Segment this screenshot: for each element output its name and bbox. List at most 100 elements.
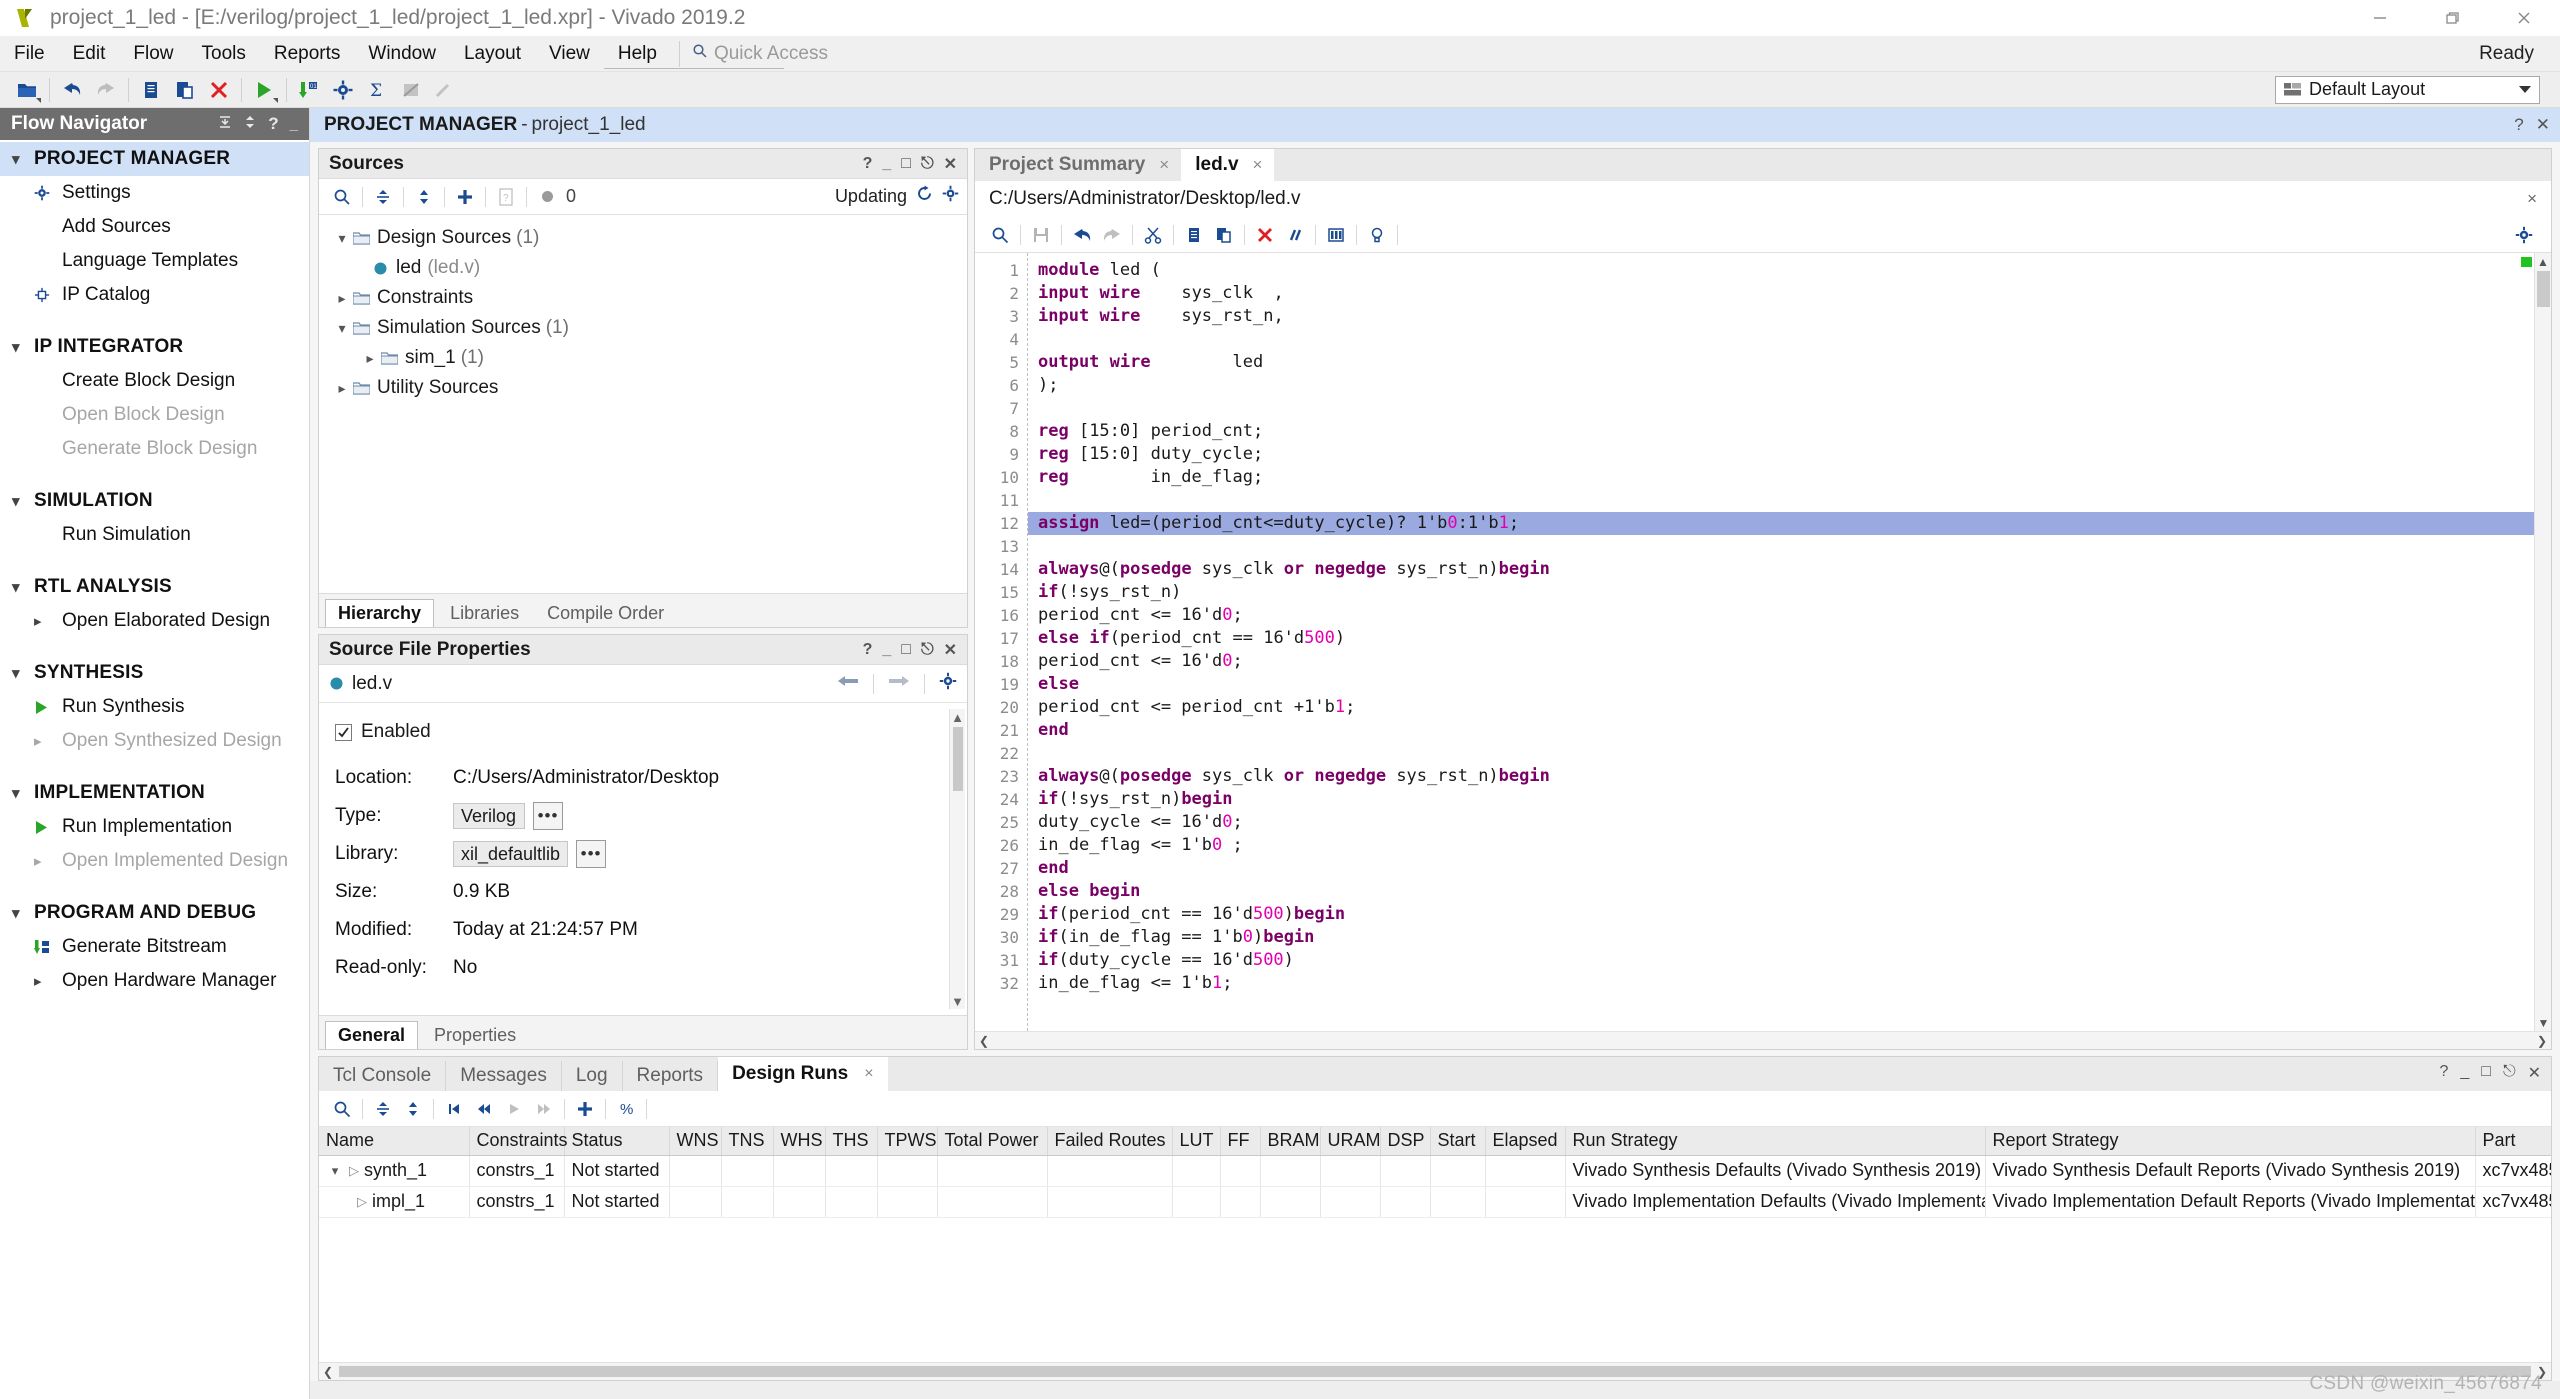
close-icon[interactable]: × — [864, 1065, 873, 1083]
chevron-down-icon[interactable]: ▾ — [331, 230, 353, 247]
expand-all-icon[interactable] — [398, 1095, 428, 1123]
scroll-left-icon[interactable]: ❮ — [979, 1034, 989, 1048]
tab-general[interactable]: General — [325, 1021, 419, 1049]
expand-all-icon[interactable] — [243, 113, 257, 135]
prev-icon[interactable] — [469, 1095, 499, 1123]
col-ths[interactable]: THS — [825, 1127, 878, 1156]
tree-item-simulation-sources[interactable]: ▾ Simulation Sources (1) — [325, 313, 967, 343]
tab-libraries[interactable]: Libraries — [438, 599, 531, 627]
menu-view[interactable]: View — [535, 36, 604, 72]
collapse-all-icon[interactable] — [368, 183, 398, 211]
percent-icon[interactable]: % — [611, 1095, 641, 1123]
run-triangle-icon[interactable]: ▷ — [344, 1163, 364, 1179]
code-line[interactable] — [1028, 535, 2551, 558]
sidebar-item-run-implementation[interactable]: Run Implementation — [0, 810, 309, 844]
menu-file[interactable]: File — [0, 36, 59, 72]
copy-icon[interactable] — [134, 74, 168, 106]
bulb-icon[interactable] — [1362, 221, 1392, 249]
settings-gear-icon[interactable] — [326, 74, 360, 106]
scroll-right-icon[interactable]: ❯ — [2537, 1034, 2547, 1048]
code-line[interactable]: period_cnt <= 16'd0; — [1028, 650, 2551, 673]
code-line[interactable]: if(in_de_flag == 1'b0)begin — [1028, 926, 2551, 949]
gear-icon[interactable] — [942, 185, 959, 208]
menu-edit[interactable]: Edit — [59, 36, 120, 72]
tab-led-v[interactable]: led.v × — [1181, 149, 1275, 181]
code-line[interactable] — [1028, 742, 2551, 765]
col-tpws[interactable]: TPWS — [877, 1127, 938, 1156]
table-row[interactable]: ▷ impl_1 constrs_1 Not started Vivado Im… — [319, 1186, 2551, 1218]
enabled-checkbox-row[interactable]: Enabled — [335, 717, 967, 747]
code-line[interactable]: if(duty_cycle == 16'd500) — [1028, 949, 2551, 972]
first-icon[interactable] — [439, 1095, 469, 1123]
float-icon[interactable]: ⎋ — [921, 155, 934, 173]
col-whs[interactable]: WHS — [773, 1127, 826, 1156]
props-vertical-scrollbar[interactable]: ▲ ▼ — [949, 709, 965, 1009]
columns-icon[interactable] — [1321, 221, 1351, 249]
paste-icon[interactable] — [1209, 221, 1239, 249]
tree-item-led[interactable]: led (led.v) — [325, 253, 967, 283]
sidebar-item-open-hardware-manager[interactable]: ▸ Open Hardware Manager — [0, 964, 309, 998]
close-icon[interactable]: ✕ — [944, 154, 957, 174]
code-line[interactable]: if(!sys_rst_n) — [1028, 581, 2551, 604]
scrollbar-thumb[interactable] — [339, 1366, 2531, 1377]
tab-compile-order[interactable]: Compile Order — [535, 599, 676, 627]
code-line[interactable]: output wire led — [1028, 351, 2551, 374]
menu-flow[interactable]: Flow — [119, 36, 187, 72]
code-line[interactable]: reg in_de_flag; — [1028, 466, 2551, 489]
close-icon[interactable]: × — [1253, 155, 1263, 175]
gear-icon[interactable] — [939, 672, 957, 696]
tree-item-sim-1[interactable]: ▸ sim_1 (1) — [325, 343, 967, 373]
code-line[interactable] — [1028, 489, 2551, 512]
scroll-down-icon[interactable]: ▼ — [951, 993, 964, 1009]
code-line[interactable]: module led ( — [1028, 259, 2551, 282]
code-line[interactable]: always@(posedge sys_clk or negedge sys_r… — [1028, 765, 2551, 788]
col-part[interactable]: Part — [2475, 1127, 2551, 1156]
chevron-down-icon[interactable]: ▾ — [326, 1163, 344, 1179]
chevron-right-icon[interactable]: ▸ — [331, 290, 353, 307]
search-icon[interactable] — [985, 221, 1015, 249]
scrollbar-thumb[interactable] — [952, 727, 963, 791]
layout-selector[interactable]: Default Layout — [2275, 75, 2540, 104]
restore-button[interactable] — [2416, 0, 2488, 36]
code-line[interactable]: reg [15:0] duty_cycle; — [1028, 443, 2551, 466]
fn-group-ip-integrator[interactable]: ▾ IP INTEGRATOR — [0, 330, 309, 364]
delete-icon[interactable] — [202, 74, 236, 106]
menu-help[interactable]: Help — [604, 36, 671, 72]
col-report-strategy[interactable]: Report Strategy — [1985, 1127, 2476, 1156]
minimize-panel-icon[interactable]: _ — [290, 116, 298, 133]
sidebar-item-run-simulation[interactable]: Run Simulation — [0, 518, 309, 552]
code-line[interactable]: input wire sys_clk , — [1028, 282, 2551, 305]
maximize-icon[interactable]: □ — [901, 155, 911, 173]
sidebar-item-run-synthesis[interactable]: Run Synthesis — [0, 690, 309, 724]
col-wns[interactable]: WNS — [669, 1127, 722, 1156]
back-arrow-icon[interactable] — [837, 673, 859, 695]
undo-icon[interactable] — [1067, 221, 1097, 249]
sidebar-item-settings[interactable]: Settings — [0, 176, 309, 210]
help-icon[interactable]: ? — [2514, 115, 2523, 135]
tab-project-summary[interactable]: Project Summary × — [975, 149, 1182, 181]
collapse-all-icon[interactable] — [218, 113, 232, 135]
fn-group-synthesis[interactable]: ▾ SYNTHESIS — [0, 656, 309, 690]
scroll-left-icon[interactable]: ❮ — [323, 1365, 333, 1379]
col-bram[interactable]: BRAM — [1260, 1127, 1321, 1156]
enabled-checkbox[interactable] — [335, 723, 352, 741]
col-total-power[interactable]: Total Power — [937, 1127, 1048, 1156]
add-sources-icon[interactable] — [450, 183, 480, 211]
close-icon[interactable]: ✕ — [2528, 1063, 2541, 1083]
paste-icon[interactable] — [168, 74, 202, 106]
sidebar-item-language-templates[interactable]: Language Templates — [0, 244, 309, 278]
type-field[interactable]: Verilog — [453, 803, 525, 829]
search-icon[interactable] — [327, 1095, 357, 1123]
col-dsp[interactable]: DSP — [1380, 1127, 1431, 1156]
code-line[interactable]: period_cnt <= period_cnt +1'b1; — [1028, 696, 2551, 719]
code-line[interactable]: if(period_cnt == 16'd500)begin — [1028, 903, 2551, 926]
cell-name[interactable]: ▾ ▷ synth_1 — [319, 1155, 470, 1187]
chevron-right-icon[interactable]: ▸ — [331, 380, 353, 397]
tab-tcl-console[interactable]: Tcl Console — [319, 1061, 447, 1091]
code-line[interactable]: end — [1028, 719, 2551, 742]
search-icon[interactable] — [327, 183, 357, 211]
quick-access-input[interactable]: Quick Access — [692, 37, 892, 71]
col-start[interactable]: Start — [1430, 1127, 1486, 1156]
undo-icon[interactable] — [55, 74, 89, 106]
copy-icon[interactable] — [1179, 221, 1209, 249]
